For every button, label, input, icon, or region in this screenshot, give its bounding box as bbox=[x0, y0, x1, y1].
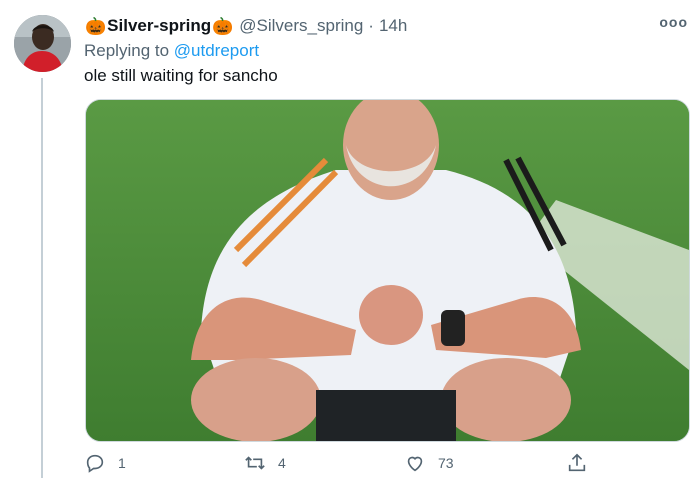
separator-dot: · bbox=[368, 16, 374, 35]
tweet-header: 🎃 Silver-spring 🎃 @Silvers_spring · 14h bbox=[84, 14, 680, 38]
tweet-timestamp[interactable]: 14h bbox=[379, 16, 407, 36]
display-name[interactable]: 🎃 Silver-spring 🎃 bbox=[84, 16, 234, 36]
avatar-image bbox=[14, 15, 71, 72]
pumpkin-emoji: 🎃 bbox=[212, 16, 234, 36]
replying-prefix: Replying to bbox=[84, 41, 174, 60]
share-icon bbox=[568, 453, 586, 472]
like-button[interactable]: 73 bbox=[404, 452, 454, 474]
reply-icon bbox=[86, 454, 104, 473]
retweet-icon bbox=[245, 456, 265, 470]
like-icon bbox=[407, 456, 423, 472]
share-button[interactable] bbox=[566, 452, 588, 474]
user-handle[interactable]: @Silvers_spring bbox=[239, 16, 363, 36]
avatar[interactable] bbox=[14, 15, 71, 72]
more-icon[interactable]: ooo bbox=[659, 14, 688, 30]
thread-line bbox=[41, 78, 43, 478]
reply-button[interactable]: 1 bbox=[84, 452, 126, 474]
like-count: 73 bbox=[438, 455, 454, 471]
media-photo bbox=[86, 100, 689, 441]
display-name-text: Silver-spring bbox=[107, 16, 212, 35]
tweet-text: ole still waiting for sancho bbox=[84, 66, 278, 85]
reply-count: 1 bbox=[118, 455, 126, 471]
replying-to: Replying to @utdreport bbox=[84, 41, 259, 61]
tweet-actions: 1 4 73 bbox=[84, 452, 604, 476]
tweet-media-image[interactable] bbox=[85, 99, 690, 442]
replying-to-link[interactable]: @utdreport bbox=[174, 41, 259, 60]
retweet-button[interactable]: 4 bbox=[244, 452, 286, 474]
pumpkin-emoji: 🎃 bbox=[85, 16, 107, 36]
retweet-count: 4 bbox=[278, 455, 286, 471]
